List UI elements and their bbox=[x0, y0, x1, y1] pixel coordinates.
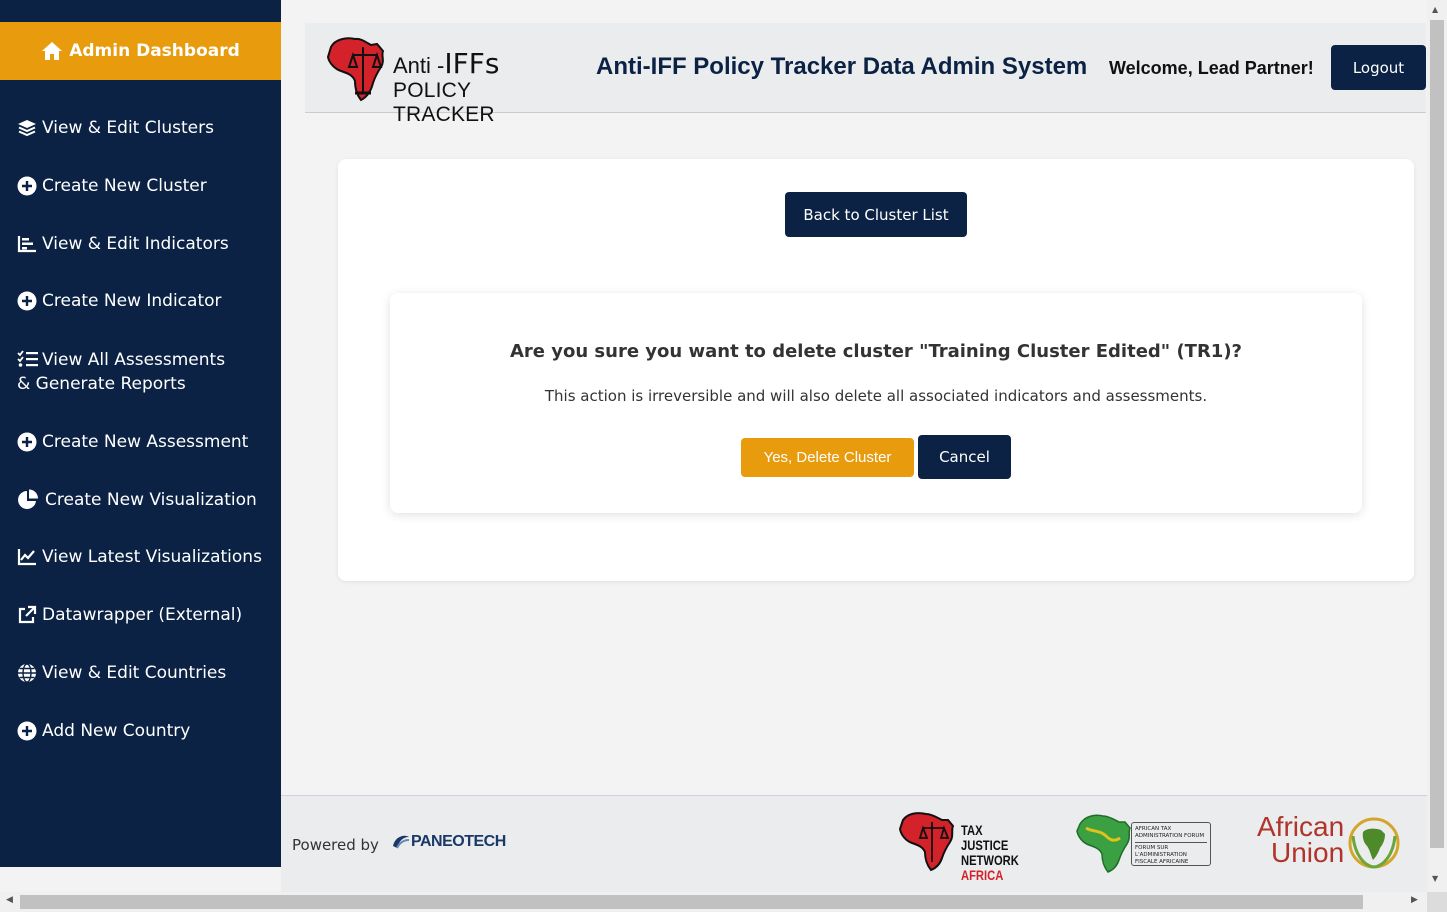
paneotech-text: PANEOTECH bbox=[411, 833, 506, 850]
powered-by-label: Powered by bbox=[292, 836, 379, 854]
sidebar-item-create-visualization[interactable]: Create New Visualization bbox=[0, 488, 281, 512]
tjn-africa-map-icon bbox=[898, 812, 955, 872]
sidebar-item-label: View & Edit Countries bbox=[42, 663, 227, 683]
ataf-text-box: AFRICAN TAX ADMINISTRATION FORUM FORUM S… bbox=[1131, 822, 1211, 866]
logo-anti: Anti - bbox=[393, 53, 445, 78]
admin-dashboard-label: Admin Dashboard bbox=[69, 41, 240, 61]
plus-circle-icon bbox=[17, 719, 39, 743]
sidebar-item-create-cluster[interactable]: Create New Cluster bbox=[0, 174, 281, 198]
confirm-delete-button[interactable]: Yes, Delete Cluster bbox=[741, 438, 914, 477]
sidebar-item-latest-visualizations[interactable]: View Latest Visualizations bbox=[0, 545, 281, 569]
sidebar-item-label: View & Edit Indicators bbox=[42, 234, 229, 254]
page-title: Anti-IFF Policy Tracker Data Admin Syste… bbox=[596, 53, 1088, 80]
horizontal-scrollbar-thumb[interactable] bbox=[20, 895, 1363, 909]
anti-iffs-logo: Anti -IFFs POLICY TRACKER bbox=[325, 33, 570, 126]
tjn-wordmark: TAX JUSTICE NETWORK AFRICA bbox=[961, 823, 1019, 883]
welcome-text: Welcome, Lead Partner! bbox=[1109, 58, 1314, 78]
tjn-line1: TAX JUSTICE bbox=[961, 822, 1009, 853]
confirmation-warning: This action is irreversible and will als… bbox=[544, 387, 1208, 405]
sidebar-item-create-indicator[interactable]: Create New Indicator bbox=[0, 289, 281, 313]
sidebar-item-view-edit-indicators[interactable]: View & Edit Indicators bbox=[0, 232, 281, 256]
plus-circle-icon bbox=[17, 289, 39, 313]
tjn-line3: AFRICA bbox=[961, 867, 1004, 883]
ataf-line2: FORUM SUR L'ADMINISTRATION FISCALE AFRIC… bbox=[1135, 845, 1189, 865]
sidebar-item-create-assessment[interactable]: Create New Assessment bbox=[0, 430, 281, 454]
logo-line1: Anti -IFFs bbox=[393, 47, 499, 80]
confirmation-question: Are you sure you want to delete cluster … bbox=[509, 341, 1243, 362]
pie-chart-icon bbox=[17, 488, 42, 512]
sidebar: Admin Dashboard View & Edit Clusters Cre… bbox=[0, 0, 281, 867]
sidebar-item-datawrapper[interactable]: Datawrapper (External) bbox=[0, 603, 281, 627]
au-emblem-icon bbox=[1348, 817, 1400, 869]
sidebar-item-label: Datawrapper (External) bbox=[42, 605, 243, 625]
sidebar-item-label: Create New Assessment bbox=[42, 432, 249, 452]
paneotech-mark-icon bbox=[393, 835, 410, 849]
scroll-down-arrow-icon[interactable]: ▼ bbox=[1432, 874, 1438, 883]
sidebar-nav: View & Edit Clusters Create New Cluster … bbox=[0, 98, 281, 743]
logout-button[interactable]: Logout bbox=[1331, 45, 1426, 90]
ataf-logo[interactable]: AFRICAN TAX ADMINISTRATION FORUM FORUM S… bbox=[1076, 810, 1216, 874]
sidebar-item-label: Add New Country bbox=[42, 721, 191, 741]
sidebar-item-label: Create New Cluster bbox=[42, 176, 207, 196]
sidebar-item-label: Create New Indicator bbox=[42, 291, 222, 311]
admin-dashboard-link[interactable]: Admin Dashboard bbox=[0, 22, 281, 80]
footer: Powered by PANEOTECH TAX JUSTICE NETWORK… bbox=[281, 795, 1427, 892]
layers-icon bbox=[17, 116, 39, 140]
globe-icon bbox=[17, 661, 39, 685]
sidebar-item-text: View All Assessments & Generate Reports bbox=[17, 350, 226, 394]
main-card: Back to Cluster List Are you sure you wa… bbox=[338, 159, 1414, 581]
sidebar-item-label: View All Assessments & Generate Reports bbox=[17, 347, 241, 396]
list-check-icon bbox=[17, 347, 39, 371]
home-icon bbox=[41, 41, 63, 61]
ataf-line1: AFRICAN TAX ADMINISTRATION FORUM bbox=[1135, 826, 1205, 839]
back-to-cluster-list-button[interactable]: Back to Cluster List bbox=[785, 192, 967, 237]
sidebar-item-label: View & Edit Clusters bbox=[42, 118, 214, 138]
plus-circle-icon bbox=[17, 174, 39, 198]
africa-map-icon bbox=[326, 37, 385, 102]
delete-confirmation-panel: Are you sure you want to delete cluster … bbox=[390, 293, 1362, 513]
paneotech-logo[interactable]: PANEOTECH bbox=[391, 832, 506, 854]
logo-line2: POLICY TRACKER bbox=[393, 79, 495, 126]
bar-chart-icon bbox=[17, 232, 39, 256]
sidebar-item-view-edit-countries[interactable]: View & Edit Countries bbox=[0, 661, 281, 685]
vertical-scrollbar-thumb[interactable] bbox=[1430, 20, 1444, 848]
au-wordmark: African Union bbox=[1257, 813, 1345, 868]
tjn-line2: NETWORK bbox=[961, 852, 1019, 868]
sidebar-item-view-edit-clusters[interactable]: View & Edit Clusters bbox=[0, 116, 281, 140]
logo-iffs: IFFs bbox=[444, 47, 500, 80]
cancel-button[interactable]: Cancel bbox=[918, 435, 1011, 479]
header: Anti -IFFs POLICY TRACKER Anti-IFF Polic… bbox=[305, 23, 1426, 126]
au-line2: Union bbox=[1271, 837, 1345, 868]
sidebar-item-view-assessments[interactable]: View All Assessments & Generate Reports bbox=[0, 347, 281, 396]
ataf-africa-map-icon bbox=[1076, 814, 1131, 873]
sidebar-item-add-country[interactable]: Add New Country bbox=[0, 719, 281, 743]
scroll-up-arrow-icon[interactable]: ▲ bbox=[1432, 5, 1438, 14]
scroll-left-arrow-icon[interactable]: ◀ bbox=[6, 895, 13, 905]
plus-circle-icon bbox=[17, 430, 39, 454]
scroll-right-arrow-icon[interactable]: ▶ bbox=[1411, 895, 1418, 905]
sidebar-item-label: View Latest Visualizations bbox=[42, 547, 262, 567]
tax-justice-network-africa-logo[interactable]: TAX JUSTICE NETWORK AFRICA bbox=[898, 810, 1033, 883]
sidebar-item-label: Create New Visualization bbox=[45, 490, 257, 510]
african-union-logo[interactable]: African Union bbox=[1257, 813, 1402, 872]
external-link-icon bbox=[17, 603, 39, 627]
scrollbar-corner bbox=[1427, 892, 1447, 912]
line-chart-icon bbox=[17, 545, 39, 569]
